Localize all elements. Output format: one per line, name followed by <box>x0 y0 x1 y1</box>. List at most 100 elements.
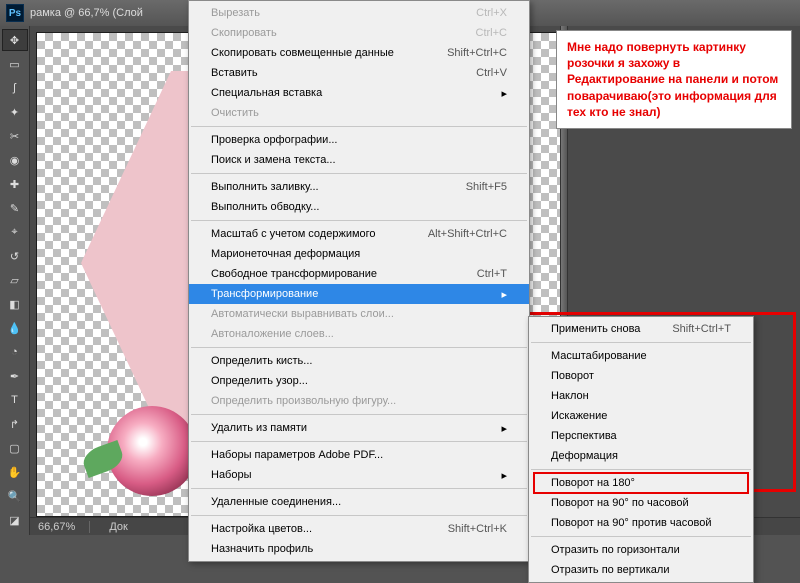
tool-dodge[interactable]: ◔ <box>2 341 28 363</box>
menu-item[interactable]: Поворот на 90° по часовой <box>529 493 753 513</box>
menu-item[interactable]: Поворот на 180° <box>529 473 753 493</box>
menu-item[interactable]: Выполнить обводку... <box>189 197 529 217</box>
tool-heal[interactable]: ✚ <box>2 173 28 195</box>
document-title: рамка @ 66,7% (Слой <box>30 7 143 19</box>
annotation-note: Мне надо повернуть картинку розочки я за… <box>556 30 792 129</box>
menu-item[interactable]: Поворот <box>529 366 753 386</box>
menu-item[interactable]: Применить сноваShift+Ctrl+T <box>529 319 753 339</box>
menu-item[interactable]: ВставитьCtrl+V <box>189 63 529 83</box>
menu-item-label: Применить снова <box>551 323 652 335</box>
tool-rect[interactable]: ▢ <box>2 437 28 459</box>
menu-shortcut: Ctrl+T <box>477 268 507 280</box>
menu-separator <box>191 347 527 348</box>
menu-item[interactable]: Проверка орфографии... <box>189 130 529 150</box>
menu-item-label: Перспектива <box>551 430 731 442</box>
tool-eyedrop[interactable]: ◉ <box>2 149 28 171</box>
tool-move[interactable]: ✥ <box>2 29 28 51</box>
tool-lasso[interactable]: ʃ <box>2 77 28 99</box>
menu-item-label: Отразить по вертикали <box>551 564 731 576</box>
menu-item[interactable]: Определить кисть... <box>189 351 529 371</box>
menu-separator <box>191 488 527 489</box>
menu-item-label: Выполнить обводку... <box>211 201 507 213</box>
menu-item-label: Наклон <box>551 390 731 402</box>
menu-item[interactable]: Масштаб с учетом содержимогоAlt+Shift+Ct… <box>189 224 529 244</box>
menu-item[interactable]: Наборы параметров Adobe PDF... <box>189 445 529 465</box>
menu-item[interactable]: Марионеточная деформация <box>189 244 529 264</box>
menu-item-label: Скопировать <box>211 27 456 39</box>
tool-pen[interactable]: ✒ <box>2 365 28 387</box>
menu-item: Автоналожение слоев... <box>189 324 529 344</box>
menu-item-label: Определить произвольную фигуру... <box>211 395 507 407</box>
menu-shortcut: Alt+Shift+Ctrl+C <box>428 228 507 240</box>
menu-item-label: Специальная вставка <box>211 87 489 99</box>
menu-separator <box>531 469 751 470</box>
menu-separator <box>191 515 527 516</box>
menu-item[interactable]: Деформация <box>529 446 753 466</box>
menu-item[interactable]: Скопировать совмещенные данныеShift+Ctrl… <box>189 43 529 63</box>
menu-item[interactable]: Назначить профиль <box>189 539 529 559</box>
tool-gradient[interactable]: ◧ <box>2 293 28 315</box>
tool-brush[interactable]: ✎ <box>2 197 28 219</box>
tool-crop[interactable]: ✂ <box>2 125 28 147</box>
menu-item[interactable]: Поворот на 90° против часовой <box>529 513 753 533</box>
menu-item-label: Поворот <box>551 370 731 382</box>
menu-item: СкопироватьCtrl+C <box>189 23 529 43</box>
edit-menu[interactable]: Вырезать Ctrl+X СкопироватьCtrl+CСкопирова… <box>188 0 530 562</box>
menu-item[interactable]: Определить узор... <box>189 371 529 391</box>
tool-path[interactable]: ↱ <box>2 413 28 435</box>
menu-item[interactable]: Отразить по горизонтали <box>529 540 753 560</box>
tool-type[interactable]: T <box>2 389 28 411</box>
menu-item[interactable]: Наклон <box>529 386 753 406</box>
menu-item-label: Марионеточная деформация <box>211 248 507 260</box>
tool-eraser[interactable]: ▱ <box>2 269 28 291</box>
tool-stamp[interactable]: ⌖ <box>2 221 28 243</box>
transform-submenu[interactable]: Применить сноваShift+Ctrl+T Масштабирован… <box>528 316 754 583</box>
menu-item-label: Искажение <box>551 410 731 422</box>
tool-hand[interactable]: ✋ <box>2 461 28 483</box>
menu-item-label: Автоматически выравнивать слои... <box>211 308 507 320</box>
menu-item-label: Свободное трансформирование <box>211 268 457 280</box>
menu-separator <box>191 441 527 442</box>
menu-separator <box>191 126 527 127</box>
tools-panel: ✥ ▭ ʃ ✦ ✂ ◉ ✚ ✎ ⌖ ↺ ▱ ◧ 💧 ◔ ✒ T ↱ ▢ ✋ 🔍 … <box>0 26 30 535</box>
menu-item[interactable]: Настройка цветов...Shift+Ctrl+K <box>189 519 529 539</box>
menu-item[interactable]: Свободное трансформирование Ctrl+T <box>189 264 529 284</box>
menu-item-label: Поворот на 90° против часовой <box>551 517 731 529</box>
menu-shortcut: Shift+F5 <box>466 181 507 193</box>
menu-item-label: Наборы <box>211 469 489 481</box>
menu-item[interactable]: Удалить из памяти▸ <box>189 418 529 438</box>
tool-zoom[interactable]: 🔍 <box>2 485 28 507</box>
tool-blur[interactable]: 💧 <box>2 317 28 339</box>
menu-item[interactable]: Масштабирование <box>529 346 753 366</box>
menu-item-label: Определить кисть... <box>211 355 507 367</box>
tool-color-swatch[interactable]: ◪ <box>2 509 28 531</box>
menu-item: Вырезать Ctrl+X <box>189 3 529 23</box>
menu-shortcut: Ctrl+X <box>476 7 507 19</box>
menu-shortcut: Shift+Ctrl+C <box>447 47 507 59</box>
menu-item[interactable]: Отразить по вертикали <box>529 560 753 580</box>
submenu-arrow-icon: ▸ <box>501 288 507 301</box>
tool-wand[interactable]: ✦ <box>2 101 28 123</box>
tool-history-brush[interactable]: ↺ <box>2 245 28 267</box>
status-doc: Док <box>109 521 128 533</box>
menu-item[interactable]: Наборы ▸ <box>189 465 529 485</box>
zoom-level[interactable]: 66,67% <box>38 521 75 533</box>
menu-item-label: Поворот на 180° <box>551 477 731 489</box>
submenu-arrow-icon: ▸ <box>501 469 507 482</box>
menu-item[interactable]: Перспектива <box>529 426 753 446</box>
tool-marquee[interactable]: ▭ <box>2 53 28 75</box>
menu-shortcut: Ctrl+V <box>476 67 507 79</box>
menu-shortcut: Shift+Ctrl+K <box>448 523 507 535</box>
menu-item[interactable]: Удаленные соединения... <box>189 492 529 512</box>
menu-separator <box>191 173 527 174</box>
menu-item[interactable]: Трансформирование▸ <box>189 284 529 304</box>
menu-item-label: Деформация <box>551 450 731 462</box>
menu-item-label: Масштабирование <box>551 350 731 362</box>
menu-item-label: Отразить по горизонтали <box>551 544 731 556</box>
menu-item[interactable]: Искажение <box>529 406 753 426</box>
menu-item[interactable]: Специальная вставка▸ <box>189 83 529 103</box>
menu-item[interactable]: Выполнить заливку...Shift+F5 <box>189 177 529 197</box>
menu-item[interactable]: Поиск и замена текста... <box>189 150 529 170</box>
menu-item-label: Вырезать <box>211 7 456 19</box>
menu-item-label: Удалить из памяти <box>211 422 489 434</box>
